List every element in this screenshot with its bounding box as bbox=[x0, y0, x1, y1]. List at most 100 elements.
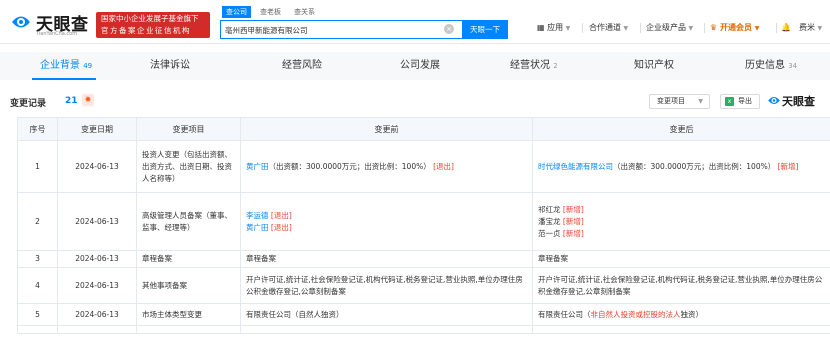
grid-icon: ▦ bbox=[537, 23, 545, 32]
tab-legal-litigation[interactable]: 法律诉讼 bbox=[150, 52, 190, 80]
row-date: 2024-06-13 bbox=[57, 140, 137, 193]
person-link[interactable]: 李运德 bbox=[246, 211, 269, 220]
chevron-down-icon: ▼ bbox=[754, 25, 760, 32]
cell-partial bbox=[57, 325, 137, 334]
tab-business-status[interactable]: 经营状况 2 bbox=[510, 52, 558, 80]
row-after: 开户许可证,统计证,社会保险登记证,机构代码证,税务登记证,营业执照,单位办理住… bbox=[532, 267, 830, 304]
clear-search-icon[interactable]: × bbox=[444, 24, 454, 34]
logo-url: TianYanCha.com bbox=[36, 31, 78, 37]
row-after: 章程备案 bbox=[532, 250, 830, 268]
search-tab-company[interactable]: 查公司 bbox=[222, 6, 251, 18]
tab-business-risk[interactable]: 经营风险 bbox=[282, 52, 322, 80]
export-label: 导出 bbox=[738, 97, 752, 105]
search-tab-boss[interactable]: 查老板 bbox=[260, 6, 281, 18]
exit-tag: [退出] bbox=[270, 222, 292, 232]
row-after: 祁红龙 [新增] 潘宝龙 [新增] 范一贞 [新增] bbox=[532, 192, 830, 251]
section-count: 21 bbox=[65, 96, 78, 106]
new-tag: [新增] bbox=[562, 228, 584, 238]
tianyancha-logo-icon[interactable] bbox=[10, 13, 32, 31]
tab-label: 历史信息 bbox=[745, 60, 785, 71]
row-no: 5 bbox=[17, 303, 58, 326]
top-header: 天眼查 TianYanCha.com 国家中小企业发展子基金旗下 官方备案企业征… bbox=[0, 0, 830, 44]
change-item-filter-dropdown[interactable]: 变更项目 ▼ bbox=[649, 94, 710, 109]
table-row: 5 2024-06-13 市场主体类型变更 有限责任公司（自然人独资） 有限责任… bbox=[17, 303, 830, 326]
person-name: 潘宝龙 bbox=[538, 216, 561, 226]
divider bbox=[582, 23, 583, 33]
filter-label: 变更项目 bbox=[657, 97, 685, 105]
tianyancha-watermark-icon bbox=[768, 97, 780, 104]
hot-flame-icon: ✹ bbox=[82, 94, 94, 106]
tab-company-development[interactable]: 公司发展 bbox=[400, 52, 440, 80]
new-tag: [新增] bbox=[777, 161, 799, 171]
type-highlight: 非自然人投资或控股的法人 bbox=[590, 309, 681, 319]
row-before: 李运德 [退出] 黄广田 [退出] bbox=[240, 192, 533, 251]
tab-label: 知识产权 bbox=[634, 60, 674, 71]
divider bbox=[640, 23, 641, 33]
tab-intellectual-property[interactable]: 知识产权 bbox=[634, 52, 674, 80]
change-records-table: 序号 变更日期 变更项目 变更前 变更后 1 2024-06-13 投资人变更（… bbox=[17, 117, 830, 334]
vip-menu-label: 开通会员 bbox=[719, 23, 752, 32]
tab-history[interactable]: 历史信息 34 bbox=[745, 52, 797, 80]
tab-count: 34 bbox=[788, 62, 798, 70]
row-item: 市场主体类型变更 bbox=[136, 303, 241, 326]
row-after: 时代绿色能源有限公司（出资额：300.0000万元；出资比例：100%） [新增… bbox=[532, 140, 830, 193]
shareholder-detail: （出资额：300.0000万元；出资比例：100%） bbox=[613, 161, 776, 171]
cell-partial bbox=[17, 325, 58, 334]
promo-line2: 官方备案企业征信机构 bbox=[101, 26, 191, 35]
col-header-after: 变更后 bbox=[532, 117, 830, 141]
shareholder-link[interactable]: 黄广田 bbox=[246, 162, 269, 171]
tab-count: 2 bbox=[553, 62, 558, 70]
tab-label: 企业背景 bbox=[40, 60, 80, 71]
exit-tag: [退出] bbox=[433, 161, 454, 171]
chevron-down-icon: ▼ bbox=[688, 25, 694, 32]
cell-partial bbox=[532, 325, 830, 334]
app-menu[interactable]: ▦ 应用 ▼ bbox=[537, 21, 570, 35]
col-header-date: 变更日期 bbox=[57, 117, 137, 141]
person-entry: 李运德 [退出] bbox=[246, 210, 527, 222]
row-item: 其他事项备案 bbox=[136, 267, 241, 304]
person-entry: 潘宝龙 [新增] bbox=[538, 216, 825, 228]
tab-company-background[interactable]: 企业背景 49 bbox=[40, 52, 92, 80]
section-title: 变更记录 bbox=[10, 99, 47, 109]
tab-label: 经营状况 bbox=[510, 60, 550, 71]
vip-menu[interactable]: ♛ 开通会员 ▼ bbox=[710, 21, 759, 35]
person-entry: 黄广田 [退出] bbox=[246, 222, 527, 234]
person-link[interactable]: 黄广田 bbox=[246, 223, 269, 232]
row-item: 投资人变更（包括出资额、出资方式、出资日期、投资人名称等） bbox=[136, 140, 241, 193]
row-item: 高级管理人员备案（董事、监事、经理等） bbox=[136, 192, 241, 251]
shareholder-link[interactable]: 时代绿色能源有限公司 bbox=[538, 162, 613, 171]
tab-count: 49 bbox=[83, 62, 93, 70]
exit-tag: [退出] bbox=[270, 210, 292, 220]
user-name: 费米 bbox=[799, 23, 815, 32]
chevron-down-icon: ▼ bbox=[817, 25, 823, 32]
active-tab-underline bbox=[32, 78, 96, 80]
partner-menu[interactable]: 合作通道 ▼ bbox=[589, 21, 628, 35]
row-date: 2024-06-13 bbox=[57, 267, 137, 304]
excel-icon: x bbox=[725, 97, 734, 106]
table-row: 2 2024-06-13 高级管理人员备案（董事、监事、经理等） 李运德 [退出… bbox=[17, 192, 830, 251]
row-no: 1 bbox=[17, 140, 58, 193]
promo-banner[interactable]: 国家中小企业发展子基金旗下 官方备案企业征信机构 bbox=[96, 12, 210, 38]
search-button[interactable]: 天眼一下 bbox=[462, 20, 508, 39]
export-button[interactable]: x 导出 bbox=[720, 94, 760, 109]
search-tab-relation[interactable]: 查关系 bbox=[294, 6, 315, 18]
chevron-down-icon: ▼ bbox=[623, 25, 629, 32]
user-menu[interactable]: 费米 ▼ bbox=[799, 21, 822, 35]
row-date: 2024-06-13 bbox=[57, 192, 137, 251]
person-name: 范一贞 bbox=[538, 228, 561, 238]
promo-line1: 国家中小企业发展子基金旗下 bbox=[101, 14, 199, 23]
enterprise-menu[interactable]: 企业级产品 ▼ bbox=[646, 21, 693, 35]
person-entry: 祁红龙 [新增] bbox=[538, 204, 825, 216]
search-input[interactable]: 亳州西甲新能源有限公司 bbox=[220, 20, 462, 39]
tab-label: 公司发展 bbox=[400, 60, 440, 71]
col-header-item: 变更项目 bbox=[136, 117, 241, 141]
notification-bell-icon[interactable]: 🔔 bbox=[781, 21, 791, 35]
tab-label: 经营风险 bbox=[282, 60, 322, 71]
table-row: 1 2024-06-13 投资人变更（包括出资额、出资方式、出资日期、投资人名称… bbox=[17, 140, 830, 193]
enterprise-menu-label: 企业级产品 bbox=[646, 23, 686, 32]
new-tag: [新增] bbox=[562, 216, 584, 226]
table-row-partial bbox=[17, 325, 830, 334]
search-input-value: 亳州西甲新能源有限公司 bbox=[225, 26, 308, 35]
row-before: 开户许可证,统计证,社会保险登记证,机构代码证,税务登记证,营业执照,单位办理住… bbox=[240, 267, 533, 304]
row-date: 2024-06-13 bbox=[57, 303, 137, 326]
